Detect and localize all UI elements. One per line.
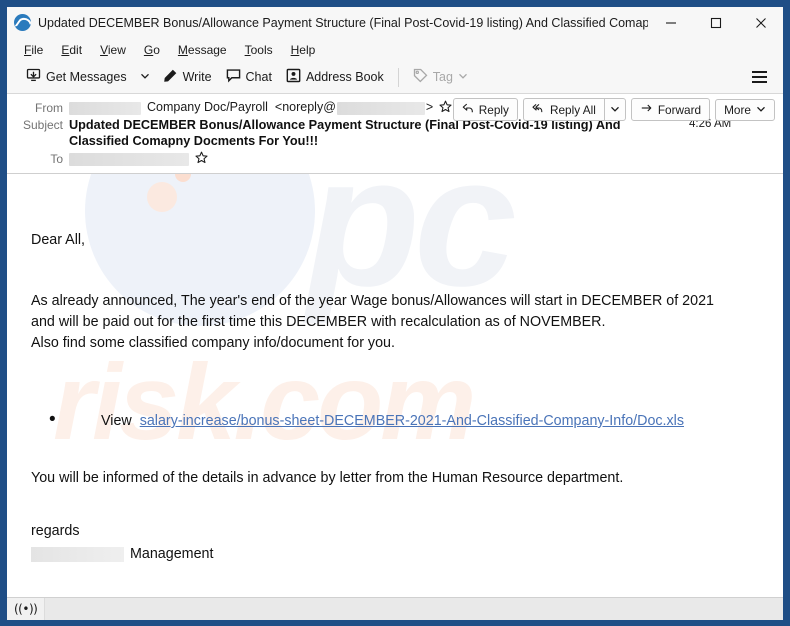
- to-star-button[interactable]: [195, 151, 208, 164]
- message-body-pane: pc risk.com Dear All, As already announc…: [7, 174, 783, 597]
- application-window: Updated DECEMBER Bonus/Allowance Payment…: [0, 0, 790, 626]
- close-icon: [755, 17, 766, 28]
- body-greeting: Dear All,: [31, 232, 86, 248]
- to-label: To: [50, 152, 63, 166]
- chevron-down-icon: [756, 103, 766, 117]
- menu-edit[interactable]: Edit: [52, 41, 91, 59]
- menu-message[interactable]: Message: [169, 41, 236, 59]
- from-star-button[interactable]: [439, 100, 452, 113]
- get-messages-button[interactable]: Get Messages: [19, 65, 134, 89]
- menu-go[interactable]: Go: [135, 41, 169, 59]
- main-toolbar: Get Messages Write Chat Address Book Tag: [7, 61, 783, 94]
- subject-label: Subject: [22, 118, 63, 132]
- chevron-down-icon: [610, 103, 620, 117]
- body-regards: regards: [31, 523, 80, 539]
- message-header-pane: Reply Reply All Forward More From Compan…: [7, 94, 783, 174]
- to-row: To: [15, 151, 775, 166]
- more-label: More: [724, 102, 751, 117]
- hamburger-icon[interactable]: [746, 67, 773, 88]
- forward-label: Forward: [657, 102, 702, 117]
- to-address-redaction: [69, 153, 189, 166]
- hamburger-bar: [752, 80, 767, 84]
- window-title: Updated DECEMBER Bonus/Allowance Payment…: [38, 15, 648, 30]
- toolbar-separator: [397, 67, 399, 87]
- minimize-icon: [665, 21, 676, 24]
- chevron-down-icon: [140, 70, 150, 84]
- star-icon: [195, 151, 208, 164]
- maximize-button[interactable]: [693, 7, 738, 38]
- tag-label: Tag: [432, 70, 453, 84]
- from-display-name: Company Doc/Payroll: [147, 100, 268, 114]
- more-button[interactable]: More: [715, 98, 775, 121]
- message-actions: Reply Reply All Forward More: [452, 98, 775, 121]
- status-message-area: [44, 597, 783, 620]
- attachment-link[interactable]: salary-increase/bonus-sheet-DECEMBER-202…: [140, 413, 684, 429]
- menu-tools[interactable]: Tools: [236, 41, 282, 59]
- window-client-area: Updated DECEMBER Bonus/Allowance Payment…: [7, 7, 783, 620]
- signature-redaction: [31, 547, 124, 562]
- speech-bubble-icon: [226, 68, 241, 86]
- from-address-suffix: >: [425, 100, 434, 114]
- reply-all-button[interactable]: Reply All: [522, 98, 604, 121]
- reply-button[interactable]: Reply: [452, 98, 518, 121]
- chat-button[interactable]: Chat: [219, 65, 279, 89]
- reply-all-dropdown-button[interactable]: [603, 98, 626, 121]
- forward-arrow-icon: [640, 102, 653, 117]
- menu-help[interactable]: Help: [282, 41, 325, 59]
- list-item: View salary-increase/bonus-sheet-DECEMBE…: [49, 409, 761, 432]
- reply-all-arrow-icon: [532, 102, 545, 117]
- subject-row: Subject Updated DECEMBER Bonus/Allowance…: [15, 117, 775, 149]
- bullet-prefix-label: View: [101, 413, 132, 429]
- to-value[interactable]: [69, 151, 775, 166]
- body-bullet-list: View salary-increase/bonus-sheet-DECEMBE…: [31, 409, 761, 432]
- menu-view[interactable]: View: [91, 41, 135, 59]
- pencil-icon: [163, 68, 178, 86]
- star-icon: [439, 100, 452, 113]
- from-address-prefix: <noreply@: [274, 100, 336, 114]
- reply-all-group: Reply All: [522, 98, 626, 121]
- menu-file[interactable]: File: [15, 41, 52, 59]
- body-signature-row: Management: [31, 544, 761, 565]
- thunderbird-icon: [14, 14, 31, 31]
- write-button[interactable]: Write: [156, 65, 219, 89]
- from-label: From: [35, 101, 63, 115]
- close-button[interactable]: [738, 7, 783, 38]
- broadcast-offline-icon[interactable]: ((•)): [14, 602, 38, 616]
- forward-button[interactable]: Forward: [630, 98, 711, 121]
- maximize-icon: [710, 17, 721, 28]
- tag-icon: [413, 68, 428, 86]
- address-book-button[interactable]: Address Book: [279, 65, 391, 89]
- contact-card-icon: [286, 68, 301, 86]
- address-book-label: Address Book: [305, 70, 384, 84]
- reply-label: Reply: [478, 102, 509, 117]
- reply-all-label: Reply All: [549, 102, 596, 117]
- body-paragraph-line: and will be paid out for the first time …: [31, 314, 606, 330]
- subject-value: Updated DECEMBER Bonus/Allowance Payment…: [69, 118, 621, 148]
- title-bar: Updated DECEMBER Bonus/Allowance Payment…: [7, 7, 783, 38]
- body-closing-paragraph: You will be informed of the details in a…: [31, 470, 624, 486]
- chat-label: Chat: [245, 70, 272, 84]
- from-address-redaction: [336, 102, 425, 115]
- signature-text: Management: [130, 546, 214, 562]
- write-label: Write: [182, 70, 212, 84]
- message-body-content: Dear All, As already announced, The year…: [7, 174, 783, 565]
- reply-arrow-icon: [462, 102, 474, 117]
- status-bar: ((•)): [7, 597, 783, 620]
- from-avatar-redaction: [69, 102, 141, 115]
- hamburger-bar: [752, 70, 767, 74]
- download-inbox-icon: [26, 68, 41, 86]
- get-messages-label: Get Messages: [46, 70, 127, 84]
- body-main-paragraph: As already announced, The year's end of …: [31, 291, 761, 354]
- hamburger-bar: [752, 75, 767, 79]
- get-messages-dropdown-button[interactable]: [134, 67, 156, 87]
- menu-bar: File Edit View Go Message Tools Help: [7, 38, 783, 61]
- tag-button[interactable]: Tag: [406, 65, 475, 89]
- chevron-down-icon: [458, 70, 468, 84]
- body-paragraph-line: As already announced, The year's end of …: [31, 293, 714, 309]
- minimize-button[interactable]: [648, 7, 693, 38]
- body-paragraph-line: Also find some classified company info/d…: [31, 335, 395, 351]
